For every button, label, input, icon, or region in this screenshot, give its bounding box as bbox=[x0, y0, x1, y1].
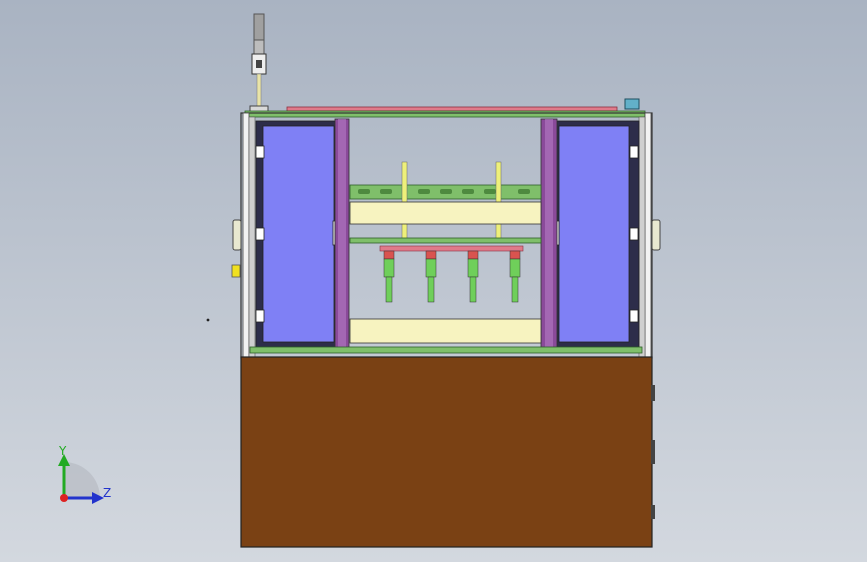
top-cover bbox=[244, 98, 646, 118]
actuator-4 bbox=[509, 250, 521, 303]
axis-y-label: Y bbox=[58, 444, 67, 458]
actuators bbox=[383, 250, 521, 303]
upper-rail bbox=[349, 184, 542, 200]
actuator-2 bbox=[425, 250, 437, 303]
middle-rail bbox=[349, 237, 542, 244]
base-rail bbox=[249, 346, 643, 354]
right-door bbox=[550, 120, 640, 348]
lower-plate bbox=[349, 318, 542, 344]
cabinet-base bbox=[240, 356, 655, 548]
left-door bbox=[255, 120, 342, 348]
actuator-1 bbox=[383, 250, 395, 303]
axis-z-label: Z bbox=[103, 486, 111, 500]
upper-plate bbox=[349, 201, 542, 225]
stray-point-marker bbox=[206, 318, 210, 322]
axis-triad-icon: Y Z bbox=[58, 444, 111, 504]
actuator-3 bbox=[467, 250, 479, 303]
actuator-bar bbox=[379, 245, 524, 252]
support-columns bbox=[334, 118, 558, 350]
signal-tower bbox=[249, 13, 269, 113]
cad-viewport[interactable]: Y Z bbox=[0, 0, 867, 562]
